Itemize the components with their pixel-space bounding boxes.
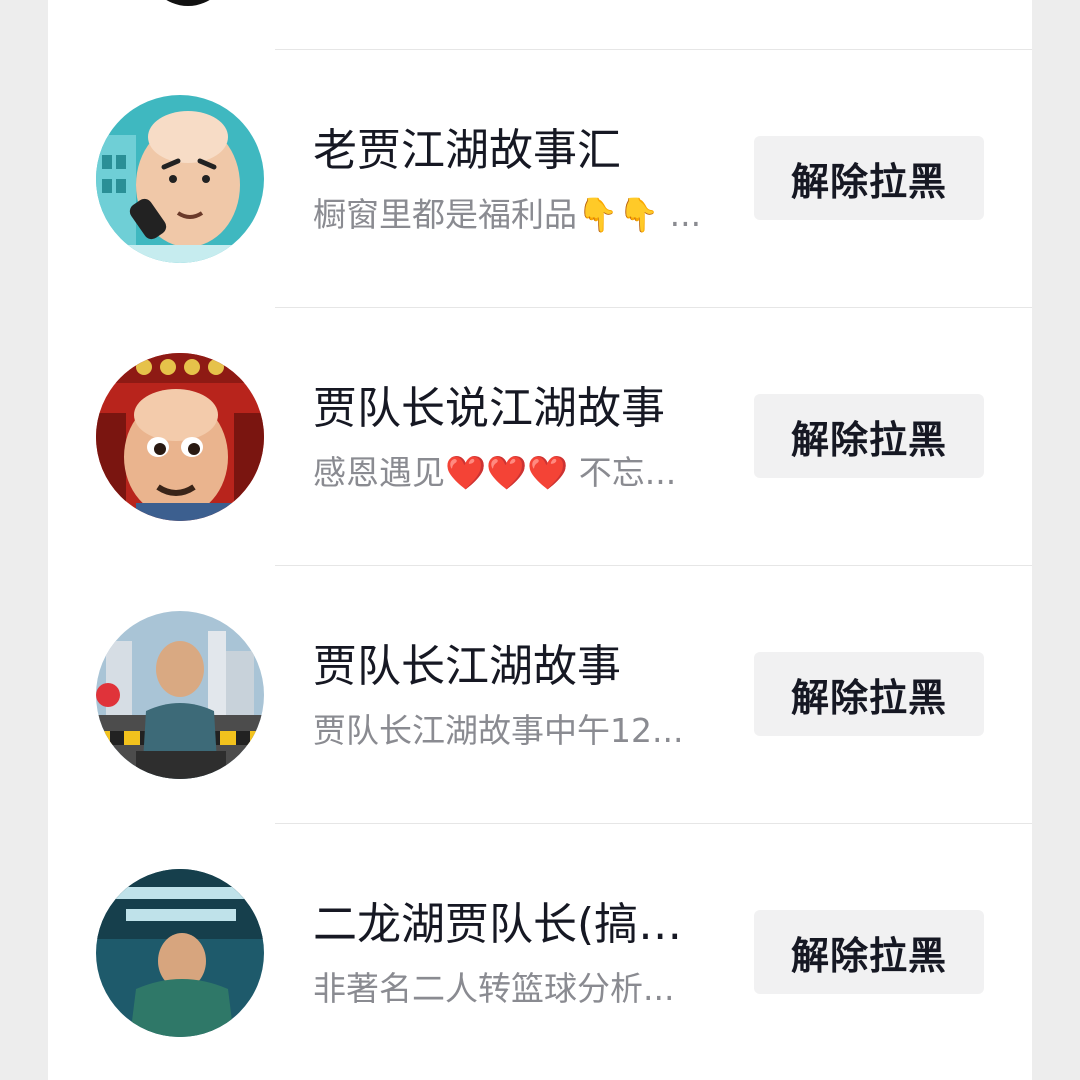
avatar[interactable]	[96, 869, 264, 1037]
list-item: 老贾江湖故事汇 橱窗里都是福利品👇👇 ... 解除拉黑	[48, 49, 1032, 307]
divider	[275, 307, 1032, 308]
user-bio: 非著名二人转篮球分析...	[313, 969, 675, 1008]
divider	[275, 565, 1032, 566]
unblock-button[interactable]: 解除拉黑	[754, 652, 984, 736]
divider	[275, 823, 1032, 824]
list-item: 贾队长说江湖故事 感恩遇见❤️❤️❤️ 不忘... 解除拉黑	[48, 307, 1032, 565]
unblock-button[interactable]: 解除拉黑	[754, 910, 984, 994]
blocked-users-list: 老贾江湖故事汇 橱窗里都是福利品👇👇 ... 解除拉黑 贾队长说江湖故事 感恩遇…	[48, 0, 1032, 1080]
avatar[interactable]	[146, 0, 230, 6]
avatar[interactable]	[96, 95, 264, 263]
unblock-button[interactable]: 解除拉黑	[754, 136, 984, 220]
user-bio: 橱窗里都是福利品👇👇 ...	[313, 195, 702, 234]
avatar[interactable]	[96, 353, 264, 521]
user-bio: 贾队长江湖故事中午12...	[313, 711, 684, 750]
list-item: 贾队长江湖故事 贾队长江湖故事中午12... 解除拉黑	[48, 565, 1032, 823]
user-bio: 感恩遇见❤️❤️❤️ 不忘...	[313, 453, 677, 492]
avatar[interactable]	[96, 611, 264, 779]
list-item: 二龙湖贾队长(搞笑... 非著名二人转篮球分析... 解除拉黑	[48, 823, 1032, 1080]
divider	[275, 49, 1032, 50]
user-name: 老贾江湖故事汇	[313, 125, 621, 176]
user-name: 贾队长说江湖故事	[313, 383, 665, 434]
unblock-button[interactable]: 解除拉黑	[754, 394, 984, 478]
user-name: 贾队长江湖故事	[313, 641, 621, 692]
user-name: 二龙湖贾队长(搞笑...	[313, 899, 723, 950]
